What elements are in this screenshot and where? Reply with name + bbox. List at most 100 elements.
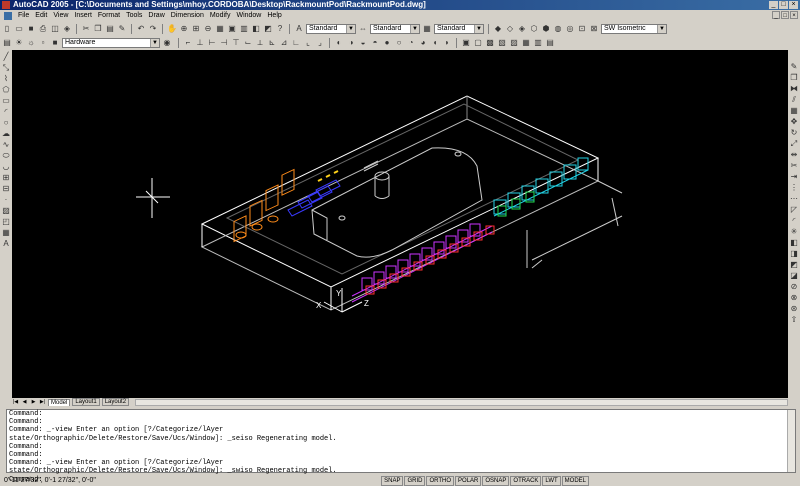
interfere-icon[interactable]: ⊛	[789, 304, 799, 313]
solid-edit-icon[interactable]: ◪	[789, 271, 799, 280]
new-icon[interactable]: ▯	[2, 24, 12, 34]
rectangle-icon[interactable]: ▭	[1, 96, 11, 105]
erase-icon[interactable]: ✎	[789, 62, 799, 71]
doc-restore-button[interactable]: □	[781, 11, 789, 19]
undo-icon[interactable]: ↶	[136, 24, 146, 34]
text-style-select[interactable]: Standard ▼	[306, 23, 356, 34]
line-icon[interactable]: ╱	[1, 52, 11, 61]
ucs-icon[interactable]: ∟	[291, 38, 301, 48]
preview-icon[interactable]: ◫	[50, 24, 60, 34]
doc-minimize-button[interactable]: _	[772, 11, 780, 19]
solid-tool-icon[interactable]: ▨	[509, 38, 519, 48]
slice-icon[interactable]: ⊘	[789, 282, 799, 291]
osnap-toggle[interactable]: OSNAP	[482, 475, 510, 486]
mirror-icon[interactable]: ⧓	[789, 84, 799, 93]
copy-icon[interactable]: ❐	[93, 24, 103, 34]
solid-tool-icon[interactable]: ▢	[473, 38, 483, 48]
break-at-point-icon[interactable]: ⋮	[789, 183, 799, 192]
circle-icon[interactable]: ○	[1, 118, 11, 127]
design-center-icon[interactable]: ▣	[227, 24, 237, 34]
solid-tool-icon[interactable]: ▧	[497, 38, 507, 48]
stretch-icon[interactable]: ⇹	[789, 150, 799, 159]
array-icon[interactable]: ▦	[789, 106, 799, 115]
explode-icon[interactable]: ✳	[789, 227, 799, 236]
tab-model[interactable]: Model	[48, 398, 71, 406]
view-tool-icon[interactable]: ⬡	[529, 24, 539, 34]
scale-icon[interactable]: ⤢	[789, 139, 799, 148]
solid-tool-icon[interactable]: ▣	[461, 38, 471, 48]
first-tab-icon[interactable]: |◀	[12, 399, 19, 406]
shade-icon[interactable]: ◐	[334, 38, 344, 48]
view-tool-icon[interactable]: ◍	[553, 24, 563, 34]
spline-icon[interactable]: ∿	[1, 140, 11, 149]
save-icon[interactable]: ■	[26, 24, 36, 34]
trim-icon[interactable]: ✂	[789, 161, 799, 170]
polyline-icon[interactable]: ⌇	[1, 74, 11, 83]
table-icon[interactable]: ▦	[1, 228, 11, 237]
arc-icon[interactable]: ◜	[1, 107, 11, 116]
redo-icon[interactable]: ↷	[148, 24, 158, 34]
otrack-toggle[interactable]: OTRACK	[510, 475, 542, 486]
break-icon[interactable]: ⋯	[789, 194, 799, 203]
menu-format[interactable]: Format	[98, 12, 120, 19]
drawing-view[interactable]: Y Z X	[12, 50, 788, 398]
ucs-icon[interactable]: ⊤	[231, 38, 241, 48]
ucs-icon[interactable]: ⊿	[279, 38, 289, 48]
solid-tool-icon[interactable]: ▥	[533, 38, 543, 48]
pan-icon[interactable]: ✋	[167, 24, 177, 34]
lwt-toggle[interactable]: LWT	[542, 475, 561, 486]
help-icon[interactable]: ?	[275, 24, 285, 34]
view-tool-icon[interactable]: ◎	[565, 24, 575, 34]
make-current-layer-icon[interactable]: ◉	[162, 38, 172, 48]
document-icon[interactable]	[4, 11, 12, 20]
view-select[interactable]: SW Isometric ▼	[601, 23, 667, 34]
model-toggle[interactable]: MODEL	[561, 475, 589, 486]
minimize-button[interactable]: _	[769, 1, 778, 9]
menu-insert[interactable]: Insert	[74, 12, 92, 19]
solid-tool-icon[interactable]: ▩	[485, 38, 495, 48]
match-properties-icon[interactable]: ✎	[117, 24, 127, 34]
menu-tools[interactable]: Tools	[126, 12, 142, 19]
ucs-icon[interactable]: ⊥	[195, 38, 205, 48]
paste-icon[interactable]: ▤	[105, 24, 115, 34]
offset-icon[interactable]: ⫽	[789, 95, 799, 104]
ucs-icon[interactable]: ⌟	[315, 38, 325, 48]
move-icon[interactable]: ✥	[789, 117, 799, 126]
ucs-icon[interactable]: ⟂	[255, 38, 265, 48]
chamfer-icon[interactable]: ◸	[789, 205, 799, 214]
ucs-icon[interactable]: ⌐	[183, 38, 193, 48]
section-icon[interactable]: ⊗	[789, 293, 799, 302]
model-space-canvas[interactable]: Y Z X	[12, 50, 788, 398]
solid-subtract-icon[interactable]: ◨	[789, 249, 799, 258]
polygon-icon[interactable]: ⬠	[1, 85, 11, 94]
autocad-app-icon[interactable]	[2, 1, 10, 9]
menu-file[interactable]: File	[18, 12, 29, 19]
shade-icon[interactable]: ◕	[418, 38, 428, 48]
solid-union-icon[interactable]: ◧	[789, 238, 799, 247]
extrude-icon[interactable]: ⇧	[789, 315, 799, 324]
menu-window[interactable]: Window	[236, 12, 261, 19]
shade-icon[interactable]: ◒	[358, 38, 368, 48]
coordinate-readout[interactable]: 0'-11 27/32", 0'-1 27/32", 0'-0"	[0, 477, 116, 484]
ellipse-icon[interactable]: ⬭	[1, 151, 11, 160]
revision-cloud-icon[interactable]: ☁	[1, 129, 11, 138]
shade-icon[interactable]: ◗	[442, 38, 452, 48]
horizontal-scrollbar[interactable]	[135, 398, 788, 406]
shade-icon[interactable]: ◖	[430, 38, 440, 48]
table-style-select[interactable]: Standard ▼	[434, 23, 484, 34]
layer-manager-icon[interactable]: ▤	[2, 38, 12, 48]
ucs-icon[interactable]: ⊾	[267, 38, 277, 48]
close-button[interactable]: ×	[789, 1, 798, 9]
rotate-icon[interactable]: ↻	[789, 128, 799, 137]
region-icon[interactable]: ◰	[1, 217, 11, 226]
command-scrollbar[interactable]	[787, 410, 795, 472]
last-tab-icon[interactable]: ▶|	[39, 399, 46, 406]
menu-dimension[interactable]: Dimension	[171, 12, 204, 19]
tab-layout1[interactable]: Layout1	[72, 398, 100, 406]
zoom-previous-icon[interactable]: ⊖	[203, 24, 213, 34]
insert-block-icon[interactable]: ⊞	[1, 173, 11, 182]
solid-intersect-icon[interactable]: ◩	[789, 260, 799, 269]
open-icon[interactable]: ▭	[14, 24, 24, 34]
solid-tool-icon[interactable]: ▦	[521, 38, 531, 48]
solid-tool-icon[interactable]: ▤	[545, 38, 555, 48]
